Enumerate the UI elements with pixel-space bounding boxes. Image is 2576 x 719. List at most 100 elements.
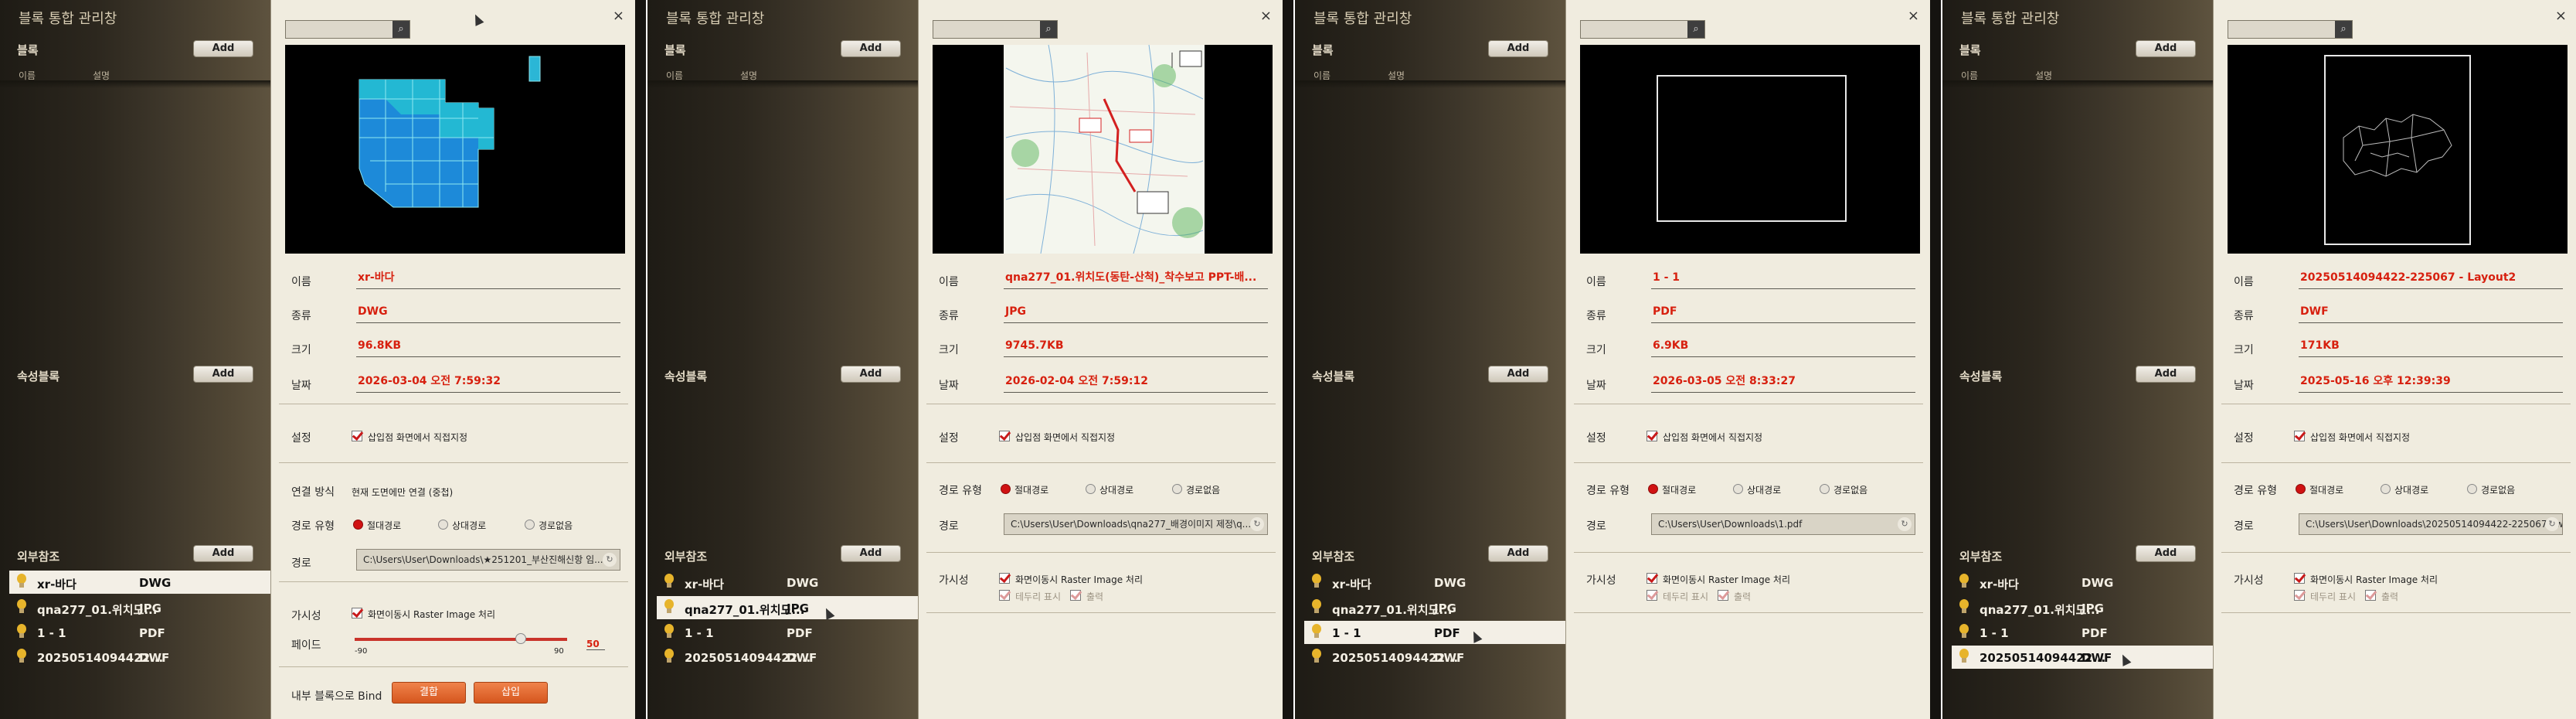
- xref-name: xr-바다: [1980, 578, 2019, 591]
- block-section-title: 블록: [17, 43, 39, 57]
- search-icon[interactable]: ⌕: [2335, 21, 2352, 38]
- xref-item[interactable]: 1 - 1 PDF: [1952, 621, 2213, 644]
- xref-item[interactable]: 20250514094422... DWF: [1952, 646, 2213, 669]
- xref-item[interactable]: qna277_01.위치도... JPG: [1952, 596, 2213, 619]
- relative-path-radio[interactable]: [438, 520, 448, 530]
- search-icon[interactable]: ⌕: [393, 21, 410, 38]
- xref-item[interactable]: qna277_01.위치도... JPG: [1304, 596, 1565, 619]
- xref-item[interactable]: 1 - 1 PDF: [657, 621, 918, 644]
- path-field[interactable]: C:\Users\User\Downloads\1.pdf ↻: [1651, 513, 1915, 535]
- border-checkbox[interactable]: [999, 590, 1010, 601]
- lightbulb-icon[interactable]: [15, 574, 28, 591]
- search-input[interactable]: ⌕: [1580, 20, 1705, 39]
- refresh-icon[interactable]: ↻: [603, 553, 617, 567]
- xref-item[interactable]: 1 - 1 PDF: [9, 621, 270, 644]
- close-icon[interactable]: ×: [613, 8, 624, 24]
- lightbulb-icon[interactable]: [1958, 624, 1970, 641]
- border-checkbox[interactable]: [2294, 590, 2305, 601]
- lightbulb-icon[interactable]: [15, 624, 28, 641]
- xref-item[interactable]: 20250514094422... DWF: [657, 646, 918, 669]
- no-path-radio[interactable]: [2467, 484, 2477, 494]
- lightbulb-icon[interactable]: [663, 574, 675, 591]
- insert-button[interactable]: 삽입: [474, 682, 548, 704]
- lightbulb-icon[interactable]: [15, 649, 28, 666]
- insert-point-checkbox[interactable]: [2294, 431, 2305, 441]
- refresh-icon[interactable]: ↻: [1250, 517, 1264, 531]
- xref-item[interactable]: 1 - 1 PDF: [1304, 621, 1565, 644]
- path-field[interactable]: C:\Users\User\Downloads\20250514094422-2…: [2299, 513, 2563, 535]
- border-checkbox[interactable]: [1647, 590, 1657, 601]
- add-xref-button[interactable]: Add: [841, 545, 901, 562]
- lightbulb-icon[interactable]: [1310, 599, 1323, 616]
- search-input[interactable]: ⌕: [933, 20, 1058, 39]
- add-block-button[interactable]: Add: [2136, 40, 2196, 57]
- add-attr-block-button[interactable]: Add: [2136, 366, 2196, 383]
- lightbulb-icon[interactable]: [1958, 649, 1970, 666]
- close-icon[interactable]: ×: [1260, 8, 1272, 24]
- xref-item[interactable]: qna277_01.위치도... JPG: [657, 596, 918, 619]
- refresh-icon[interactable]: ↻: [2545, 517, 2559, 531]
- xref-item[interactable]: qna277_01.위치도... JPG: [9, 596, 270, 619]
- search-icon[interactable]: ⌕: [1687, 21, 1704, 38]
- search-icon[interactable]: ⌕: [1040, 21, 1057, 38]
- print-checkbox[interactable]: [1718, 590, 1728, 601]
- lightbulb-icon[interactable]: [1958, 599, 1970, 616]
- xref-item[interactable]: xr-바다 DWG: [1952, 571, 2213, 594]
- raster-checkbox[interactable]: [2294, 573, 2305, 584]
- absolute-path-radio[interactable]: [1001, 484, 1011, 494]
- path-field[interactable]: C:\Users\User\Downloads\qna277_배경이미지 제정\…: [1004, 513, 1268, 535]
- absolute-path-radio[interactable]: [1648, 484, 1658, 494]
- no-path-radio[interactable]: [1172, 484, 1182, 494]
- close-icon[interactable]: ×: [2555, 8, 2567, 24]
- xref-type: DWG: [787, 576, 819, 590]
- xref-item[interactable]: 20250514094422... DWF: [1304, 646, 1565, 669]
- xref-item[interactable]: xr-바다 DWG: [657, 571, 918, 594]
- xref-item[interactable]: 20250514094422... DWF: [9, 646, 270, 669]
- bind-button[interactable]: 결합: [392, 682, 466, 704]
- add-block-button[interactable]: Add: [841, 40, 901, 57]
- print-checkbox[interactable]: [1070, 590, 1081, 601]
- insert-point-checkbox[interactable]: [999, 431, 1010, 441]
- insert-point-checkbox[interactable]: [352, 431, 362, 441]
- relative-path-radio[interactable]: [1086, 484, 1096, 494]
- path-label: 경로: [1586, 520, 1606, 533]
- no-path-radio[interactable]: [1820, 484, 1830, 494]
- add-xref-button[interactable]: Add: [2136, 545, 2196, 562]
- xref-item[interactable]: xr-바다 DWG: [1304, 571, 1565, 594]
- name-label: 이름: [939, 276, 959, 288]
- lightbulb-icon[interactable]: [663, 649, 675, 666]
- add-block-button[interactable]: Add: [193, 40, 253, 57]
- lightbulb-icon[interactable]: [663, 624, 675, 641]
- lightbulb-icon[interactable]: [15, 599, 28, 616]
- lightbulb-icon[interactable]: [1310, 624, 1323, 641]
- absolute-path-radio[interactable]: [353, 520, 363, 530]
- path-field[interactable]: C:\Users\User\Downloads\★251201_부산진해신항 임…: [356, 549, 620, 571]
- search-input[interactable]: ⌕: [285, 20, 410, 39]
- add-xref-button[interactable]: Add: [193, 545, 253, 562]
- close-icon[interactable]: ×: [1908, 8, 1919, 24]
- lightbulb-icon[interactable]: [663, 599, 675, 616]
- xref-item[interactable]: xr-바다 DWG: [9, 571, 270, 594]
- fade-slider[interactable]: [355, 633, 567, 644]
- raster-checkbox[interactable]: [352, 608, 362, 618]
- add-xref-button[interactable]: Add: [1488, 545, 1548, 562]
- add-attr-block-button[interactable]: Add: [1488, 366, 1548, 383]
- raster-checkbox[interactable]: [999, 573, 1010, 584]
- add-attr-block-button[interactable]: Add: [841, 366, 901, 383]
- fade-slider-thumb[interactable]: [515, 633, 526, 644]
- add-block-button[interactable]: Add: [1488, 40, 1548, 57]
- refresh-icon[interactable]: ↻: [1898, 517, 1912, 531]
- lightbulb-icon[interactable]: [1958, 574, 1970, 591]
- relative-path-radio[interactable]: [2381, 484, 2391, 494]
- xref-name: xr-바다: [685, 578, 724, 591]
- insert-point-checkbox[interactable]: [1647, 431, 1657, 441]
- relative-path-radio[interactable]: [1733, 484, 1743, 494]
- absolute-path-radio[interactable]: [2296, 484, 2306, 494]
- print-checkbox[interactable]: [2365, 590, 2376, 601]
- no-path-radio[interactable]: [525, 520, 535, 530]
- lightbulb-icon[interactable]: [1310, 649, 1323, 666]
- lightbulb-icon[interactable]: [1310, 574, 1323, 591]
- search-input[interactable]: ⌕: [2228, 20, 2353, 39]
- raster-checkbox[interactable]: [1647, 573, 1657, 584]
- add-attr-block-button[interactable]: Add: [193, 366, 253, 383]
